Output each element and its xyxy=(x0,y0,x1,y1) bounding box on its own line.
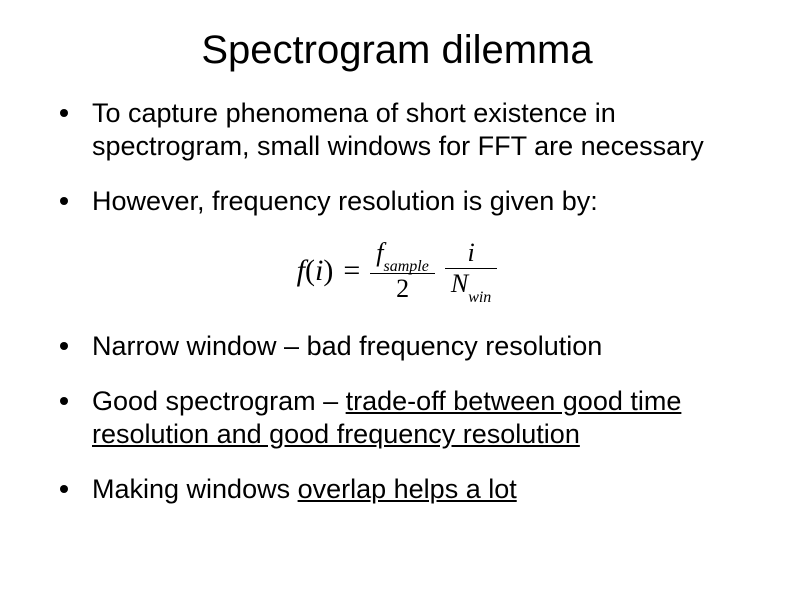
bullet-text-prefix: Good spectrogram – xyxy=(92,386,346,416)
bullet-item-1: To capture phenomena of short existence … xyxy=(50,97,754,163)
frac2-den: Nwin xyxy=(445,271,497,302)
bullet-text-prefix: Making windows xyxy=(92,474,298,504)
frac1-den: 2 xyxy=(390,276,415,302)
formula-eq: = xyxy=(343,254,360,288)
bullet-list-2: Narrow window – bad frequency resolution… xyxy=(50,330,754,506)
frac2-den-var: N xyxy=(451,269,468,298)
formula-frac-1: fsample 2 xyxy=(370,240,435,302)
frac1-num-var: f xyxy=(376,238,383,267)
slide-title: Spectrogram dilemma xyxy=(40,28,754,73)
formula-container: f(i) = fsample 2 i Nwin xyxy=(40,240,754,302)
bullet-list: To capture phenomena of short existence … xyxy=(50,97,754,218)
formula-frac-2: i Nwin xyxy=(445,240,497,302)
formula: f(i) = fsample 2 i Nwin xyxy=(297,240,498,302)
frac1-num-sub: sample xyxy=(384,258,429,275)
formula-paren-open: ( xyxy=(305,254,315,287)
frac2-num: i xyxy=(461,240,480,266)
bullet-item-4: Good spectrogram – trade-off between goo… xyxy=(50,385,754,451)
frac2-den-sub: win xyxy=(468,289,491,306)
formula-lhs: f(i) xyxy=(297,254,334,288)
bullet-text: However, frequency resolution is given b… xyxy=(92,186,598,216)
frac1-num: fsample xyxy=(370,240,435,271)
bullet-item-3: Narrow window – bad frequency resolution xyxy=(50,330,754,363)
formula-fn: f xyxy=(297,254,305,287)
formula-paren-close: ) xyxy=(323,254,333,287)
slide: Spectrogram dilemma To capture phenomena… xyxy=(0,0,794,595)
bullet-item-2: However, frequency resolution is given b… xyxy=(50,185,754,218)
bullet-text: To capture phenomena of short existence … xyxy=(92,98,704,161)
bullet-item-5: Making windows overlap helps a lot xyxy=(50,473,754,506)
bullet-text-underlined: overlap helps a lot xyxy=(298,474,517,504)
bullet-text: Narrow window – bad frequency resolution xyxy=(92,331,602,361)
